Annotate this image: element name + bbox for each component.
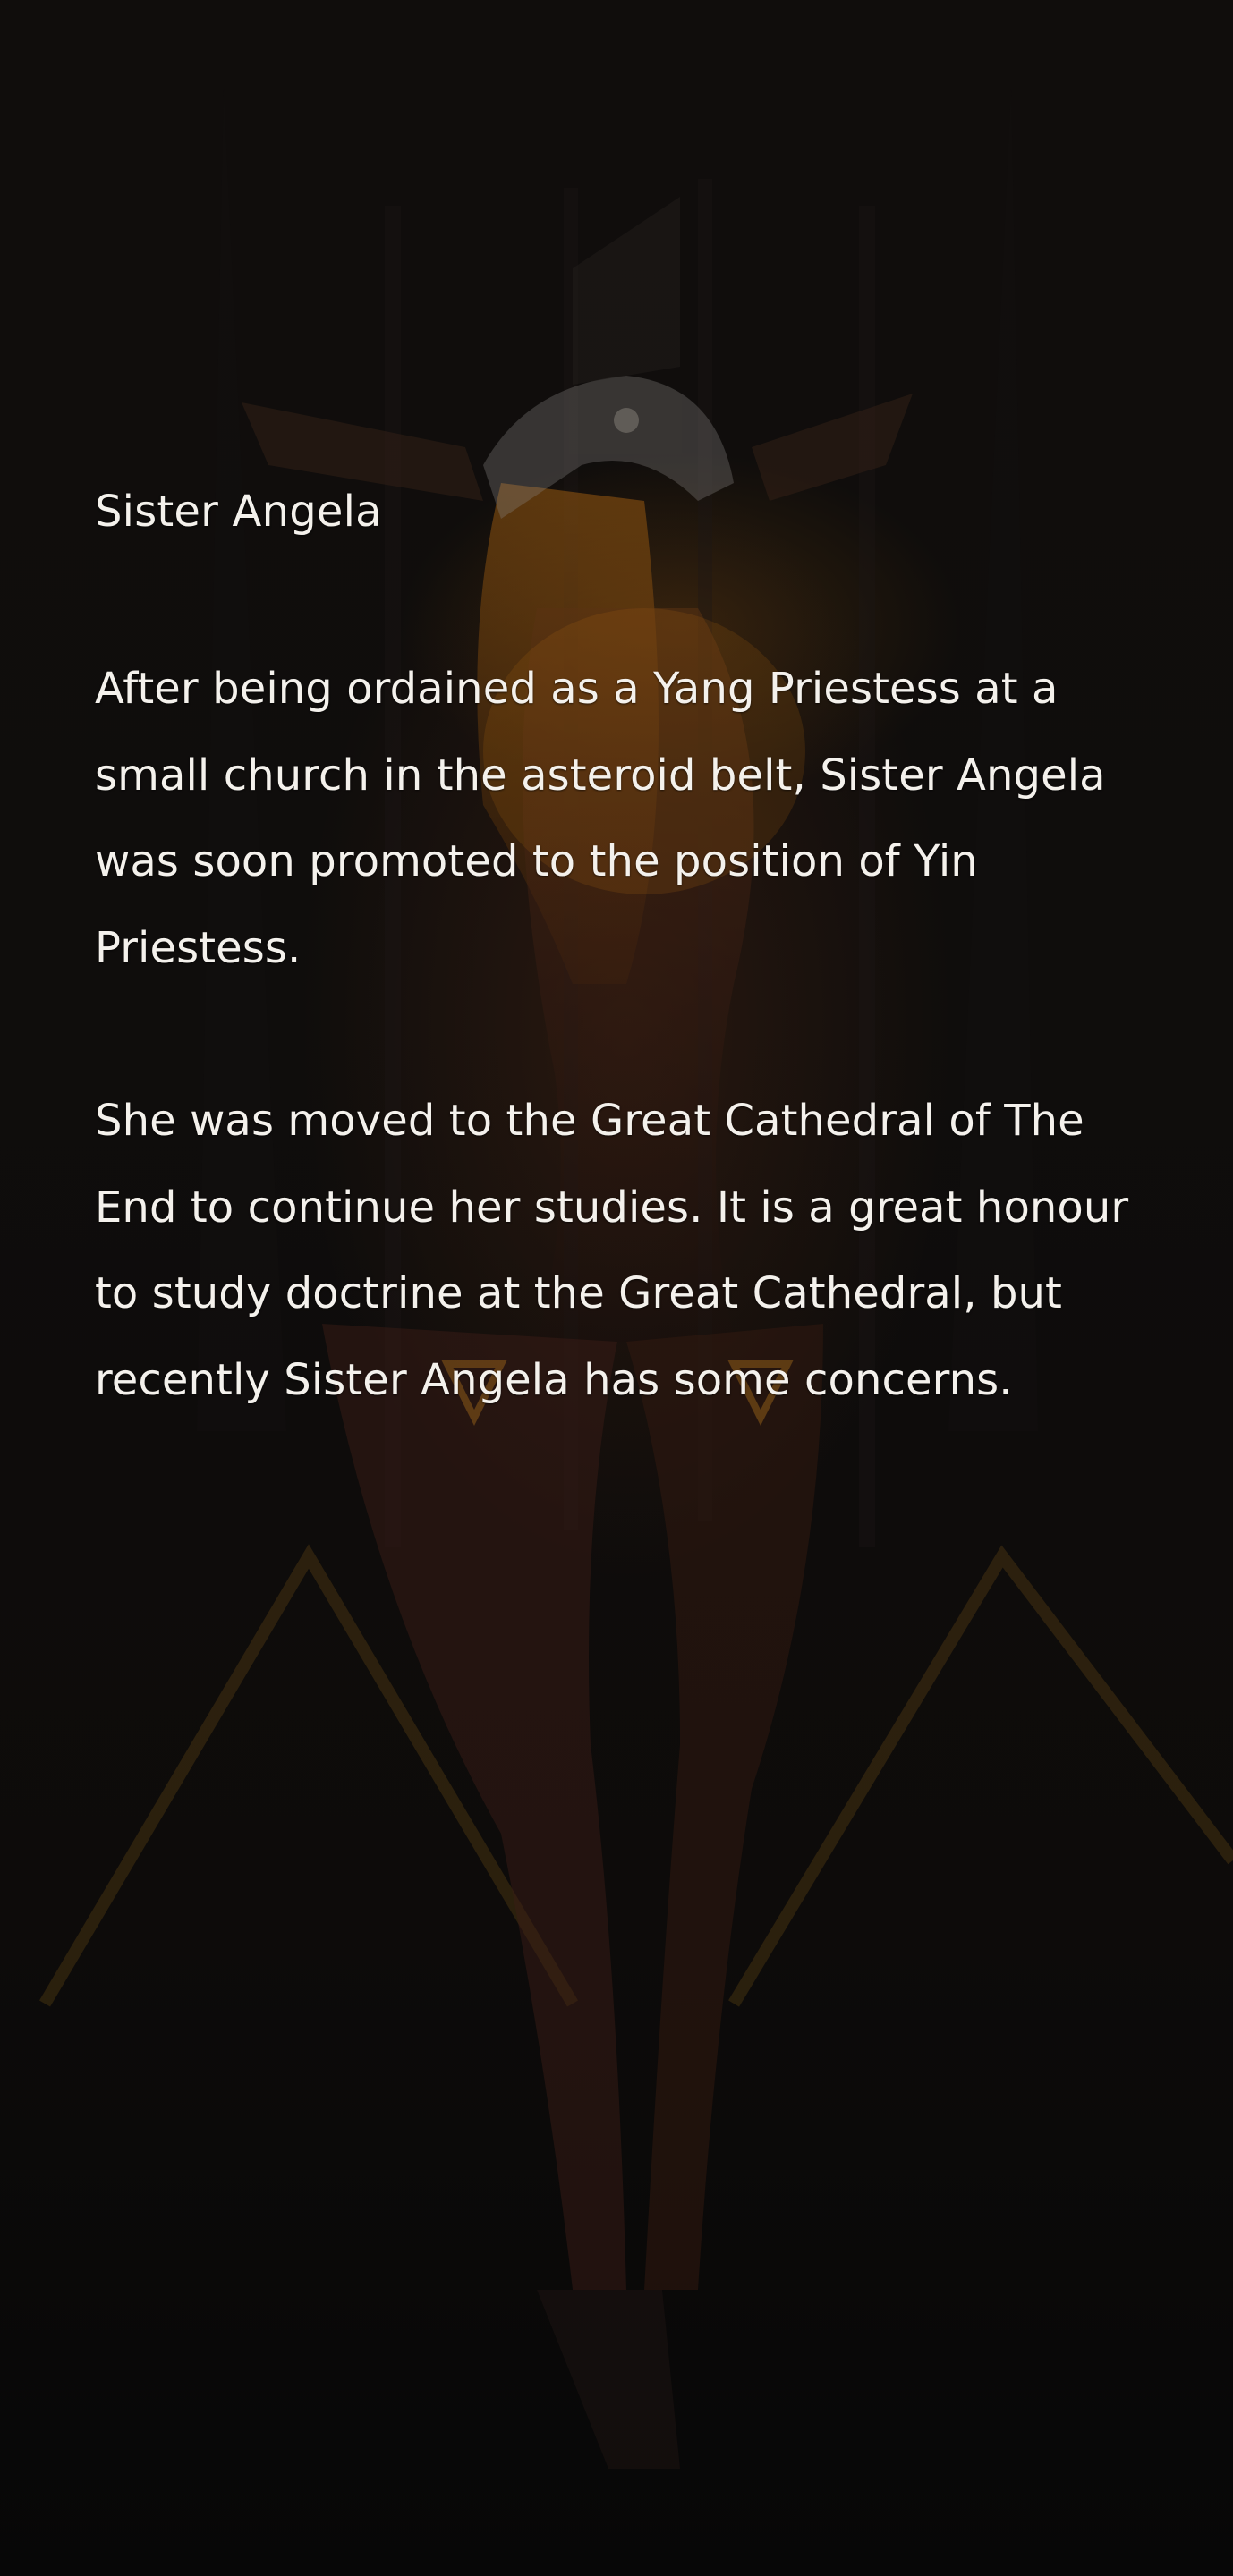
- figure-headpiece: [483, 197, 734, 519]
- story-paragraph-1: After being ordained as a Yang Priestess…: [95, 664, 1106, 973]
- story-title: Sister Angela: [95, 487, 382, 537]
- story-text-panel: Sister Angela After being ordained as a …: [95, 474, 1169, 1510]
- story-paragraph-2: She was moved to the Great Cathedral of …: [95, 1096, 1129, 1405]
- story-screen: Sister Angela After being ordained as a …: [0, 0, 1233, 2576]
- gold-chevrons: [38, 1544, 1233, 2007]
